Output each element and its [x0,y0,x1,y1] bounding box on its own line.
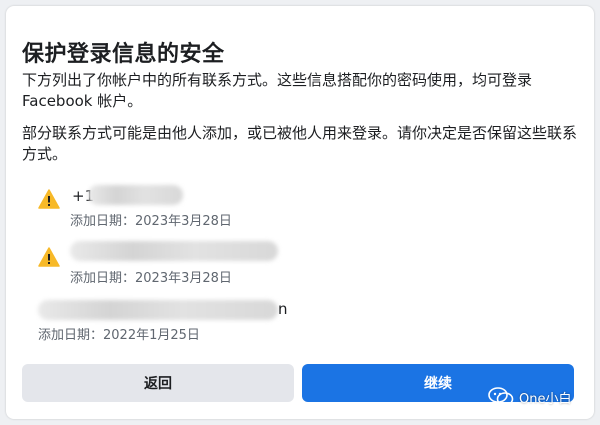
redacted-contact [38,300,278,320]
dialog-description: 下方列出了你帐户中的所有联系方式。这些信息搭配你的密码使用，均可登录 Faceb… [22,71,533,110]
back-button[interactable]: 返回 [22,364,294,402]
redacted-contact [88,185,183,205]
watermark: One小白 [488,387,571,407]
contact-added-date: 添加日期：2023年3月28日 [70,271,232,286]
contact-added-date: 添加日期：2022年1月25日 [38,328,200,343]
warning-icon [38,189,60,209]
dialog-description-secondary: 部分联系方式可能是由他人添加，或已被他人用来登录。请你决定是否保留这些联系方式。 [22,124,578,163]
wechat-icon [488,387,514,406]
contact-review-dialog: 保护登录信息的安全 下方列出了你帐户中的所有联系方式。这些信息搭配你的密码使用，… [6,6,594,419]
contact-added-date: 添加日期：2023年3月28日 [70,214,232,229]
dialog-title: 保护登录信息的安全 [22,42,225,67]
warning-icon [38,247,60,267]
contact-value: n [278,300,288,318]
redacted-contact [70,241,278,261]
watermark-text: One小白 [519,391,572,407]
